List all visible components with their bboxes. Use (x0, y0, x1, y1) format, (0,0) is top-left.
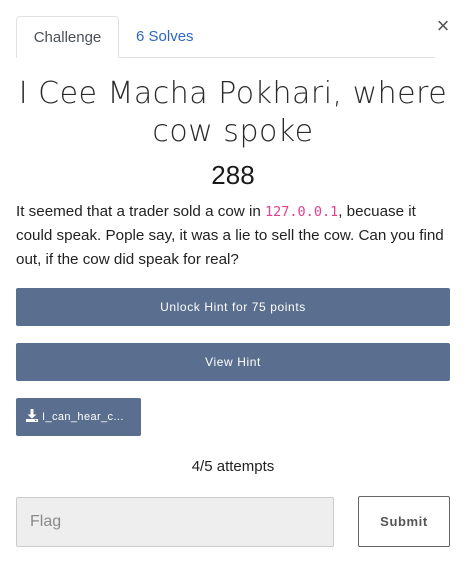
description-text-start: It seemed that a trader sold a cow in (16, 203, 266, 220)
file-download-button[interactable]: I_can_hear_c... (16, 398, 141, 436)
file-name: I_can_hear_c... (42, 411, 124, 423)
submit-button[interactable]: Submit (358, 496, 450, 547)
challenge-modal: Challenge 6 Solves × I Cee Macha Pokhari… (0, 0, 466, 579)
challenge-description: It seemed that a trader sold a cow in 12… (16, 200, 446, 272)
tab-solves[interactable]: 6 Solves (136, 16, 194, 57)
challenge-points: 288 (211, 160, 255, 190)
challenge-title: I Cee Macha Pokhari, where cow spoke (18, 76, 448, 149)
view-hint-button[interactable]: View Hint (16, 343, 450, 381)
flag-input[interactable] (16, 497, 334, 547)
download-icon (26, 409, 38, 422)
close-icon[interactable]: × (433, 14, 453, 38)
attempts-counter: 4/5 attempts (191, 458, 275, 475)
description-code: 127.0.0.1 (265, 204, 339, 220)
unlock-hint-button[interactable]: Unlock Hint for 75 points (16, 288, 450, 326)
tab-challenge[interactable]: Challenge (16, 16, 119, 58)
tab-bar: Challenge 6 Solves (16, 16, 435, 58)
